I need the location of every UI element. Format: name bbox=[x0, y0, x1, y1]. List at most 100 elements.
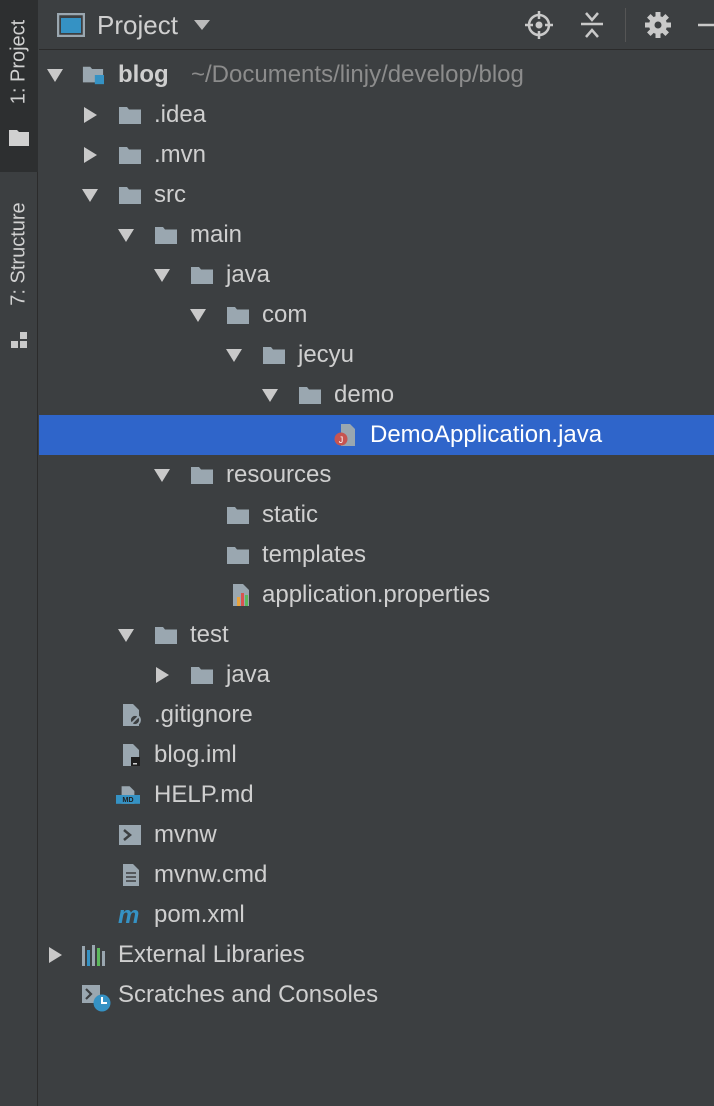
expand-arrow-icon[interactable] bbox=[154, 667, 170, 683]
tree-row-blog-iml[interactable]: blog.iml bbox=[39, 735, 714, 775]
tree-row-blog[interactable]: blog ~/Documents/linjy/develop/blog bbox=[39, 55, 714, 95]
tree-label-test-java: java bbox=[226, 661, 271, 688]
expand-arrow-icon[interactable] bbox=[118, 227, 134, 243]
tree-row-test[interactable]: test bbox=[39, 615, 714, 655]
svg-text:m: m bbox=[118, 904, 139, 926]
chevron-down-icon bbox=[193, 20, 210, 30]
folder-icon bbox=[118, 184, 142, 206]
tree-row-jecyu[interactable]: jecyu bbox=[39, 335, 714, 375]
project-path: ~/Documents/linjy/develop/blog bbox=[191, 61, 524, 88]
folder-icon bbox=[118, 104, 142, 126]
tree-row-main[interactable]: main bbox=[39, 215, 714, 255]
collapse-all-icon[interactable] bbox=[578, 11, 606, 39]
tree-row-demo-application[interactable]: J DemoApplication.java bbox=[39, 415, 714, 455]
tree-row-mvn[interactable]: .mvn bbox=[39, 135, 714, 175]
module-file-icon bbox=[123, 744, 140, 766]
svg-text:J: J bbox=[339, 435, 344, 445]
package-folder-icon bbox=[226, 304, 250, 326]
expand-arrow-icon[interactable] bbox=[47, 947, 63, 963]
svg-text:MD: MD bbox=[122, 795, 133, 804]
java-class-icon: J bbox=[334, 424, 355, 446]
tab-structure[interactable]: 7: Structure bbox=[0, 184, 38, 356]
tree-label-com: com bbox=[262, 301, 308, 328]
tree-label-java: java bbox=[226, 261, 271, 288]
folder-icon bbox=[190, 664, 214, 686]
tree-row-test-java[interactable]: java bbox=[39, 655, 714, 695]
properties-file-icon bbox=[233, 584, 249, 606]
tree-label-mvnw: mvnw bbox=[154, 821, 217, 848]
tree-label-demo-application: DemoApplication.java bbox=[370, 421, 603, 448]
tree-row-main-java[interactable]: java bbox=[39, 255, 714, 295]
libraries-icon bbox=[82, 945, 105, 966]
expand-arrow-icon[interactable] bbox=[82, 107, 98, 123]
tab-project-label: 1: Project bbox=[7, 19, 30, 105]
project-header: Project bbox=[39, 0, 714, 50]
expand-arrow-icon[interactable] bbox=[262, 387, 278, 403]
tool-window-strip: 1: Project 7: Structure bbox=[0, 0, 38, 1106]
tree-row-src[interactable]: src bbox=[39, 175, 714, 215]
tree-label-external-libraries: External Libraries bbox=[118, 941, 305, 968]
tree-label-pom-xml: pom.xml bbox=[154, 901, 245, 928]
tree-label-demo: demo bbox=[334, 381, 395, 408]
tree-row-pom-xml[interactable]: m pom.xml bbox=[39, 895, 714, 935]
tree-label-idea: .idea bbox=[154, 101, 207, 128]
expand-arrow-icon[interactable] bbox=[47, 67, 63, 83]
expand-arrow-icon[interactable] bbox=[82, 147, 98, 163]
tree-row-static[interactable]: static bbox=[39, 495, 714, 535]
tree-label-static: static bbox=[262, 501, 319, 528]
tree-label-application-properties: application.properties bbox=[262, 581, 491, 608]
expand-arrow-icon[interactable] bbox=[154, 467, 170, 483]
tree-label-blog: blog bbox=[118, 61, 169, 88]
settings-gear-icon[interactable] bbox=[644, 11, 672, 39]
tree-row-resources[interactable]: resources bbox=[39, 455, 714, 495]
tree-row-mvnw[interactable]: mvnw bbox=[39, 815, 714, 855]
tree-row-templates[interactable]: templates bbox=[39, 535, 714, 575]
maven-icon: m bbox=[118, 904, 139, 926]
tree-label-src: src bbox=[154, 181, 186, 208]
tree-row-help-md[interactable]: MD HELP.md bbox=[39, 775, 714, 815]
project-window-icon bbox=[57, 13, 85, 37]
folder-icon bbox=[226, 544, 250, 566]
tree-label-gitignore: .gitignore bbox=[154, 701, 253, 728]
tree-label-mvn: .mvn bbox=[154, 141, 207, 168]
tree-row-gitignore[interactable]: .gitignore bbox=[39, 695, 714, 735]
locate-icon[interactable] bbox=[525, 11, 553, 39]
tree-row-demo[interactable]: demo bbox=[39, 375, 714, 415]
tree-label-test: test bbox=[190, 621, 229, 648]
tab-structure-label: 7: Structure bbox=[7, 202, 30, 306]
tree-label-main: main bbox=[190, 221, 243, 248]
text-file-icon bbox=[123, 864, 139, 886]
folder-icon bbox=[226, 504, 250, 526]
folder-icon bbox=[154, 624, 178, 646]
expand-arrow-icon[interactable] bbox=[190, 307, 206, 323]
tree-label-scratches: Scratches and Consoles bbox=[118, 981, 379, 1008]
expand-arrow-icon[interactable] bbox=[82, 187, 98, 203]
tree-label-templates: templates bbox=[262, 541, 367, 568]
structure-icon bbox=[11, 332, 27, 348]
folder-icon bbox=[154, 224, 178, 246]
tree-row-external-libraries[interactable]: External Libraries bbox=[39, 935, 714, 975]
expand-arrow-icon[interactable] bbox=[118, 627, 134, 643]
tree-label-resources: resources bbox=[226, 461, 332, 488]
resources-folder-icon bbox=[190, 464, 214, 486]
tree-row-scratches[interactable]: Scratches and Consoles bbox=[39, 975, 714, 1015]
tree-row-com[interactable]: com bbox=[39, 295, 714, 335]
tab-project[interactable]: 1: Project bbox=[0, 0, 38, 172]
package-folder-icon bbox=[262, 344, 286, 366]
view-title: Project bbox=[97, 9, 178, 40]
package-folder-icon bbox=[298, 384, 322, 406]
module-folder-icon bbox=[82, 66, 104, 85]
folder-icon bbox=[190, 264, 214, 286]
view-selector[interactable]: Project bbox=[57, 10, 210, 40]
tree-row-mvnw-cmd[interactable]: mvnw.cmd bbox=[39, 855, 714, 895]
project-folder-icon bbox=[9, 130, 29, 146]
folder-icon bbox=[118, 144, 142, 166]
tree-row-idea[interactable]: .idea bbox=[39, 95, 714, 135]
hide-icon[interactable] bbox=[695, 11, 714, 39]
expand-arrow-icon[interactable] bbox=[226, 347, 242, 363]
tree-label-help-md: HELP.md bbox=[154, 781, 254, 808]
tree-row-application-properties[interactable]: application.properties bbox=[39, 575, 714, 615]
expand-arrow-icon[interactable] bbox=[154, 267, 170, 283]
scratches-icon bbox=[82, 985, 111, 1012]
tree-label-blog-iml: blog.iml bbox=[154, 741, 237, 768]
